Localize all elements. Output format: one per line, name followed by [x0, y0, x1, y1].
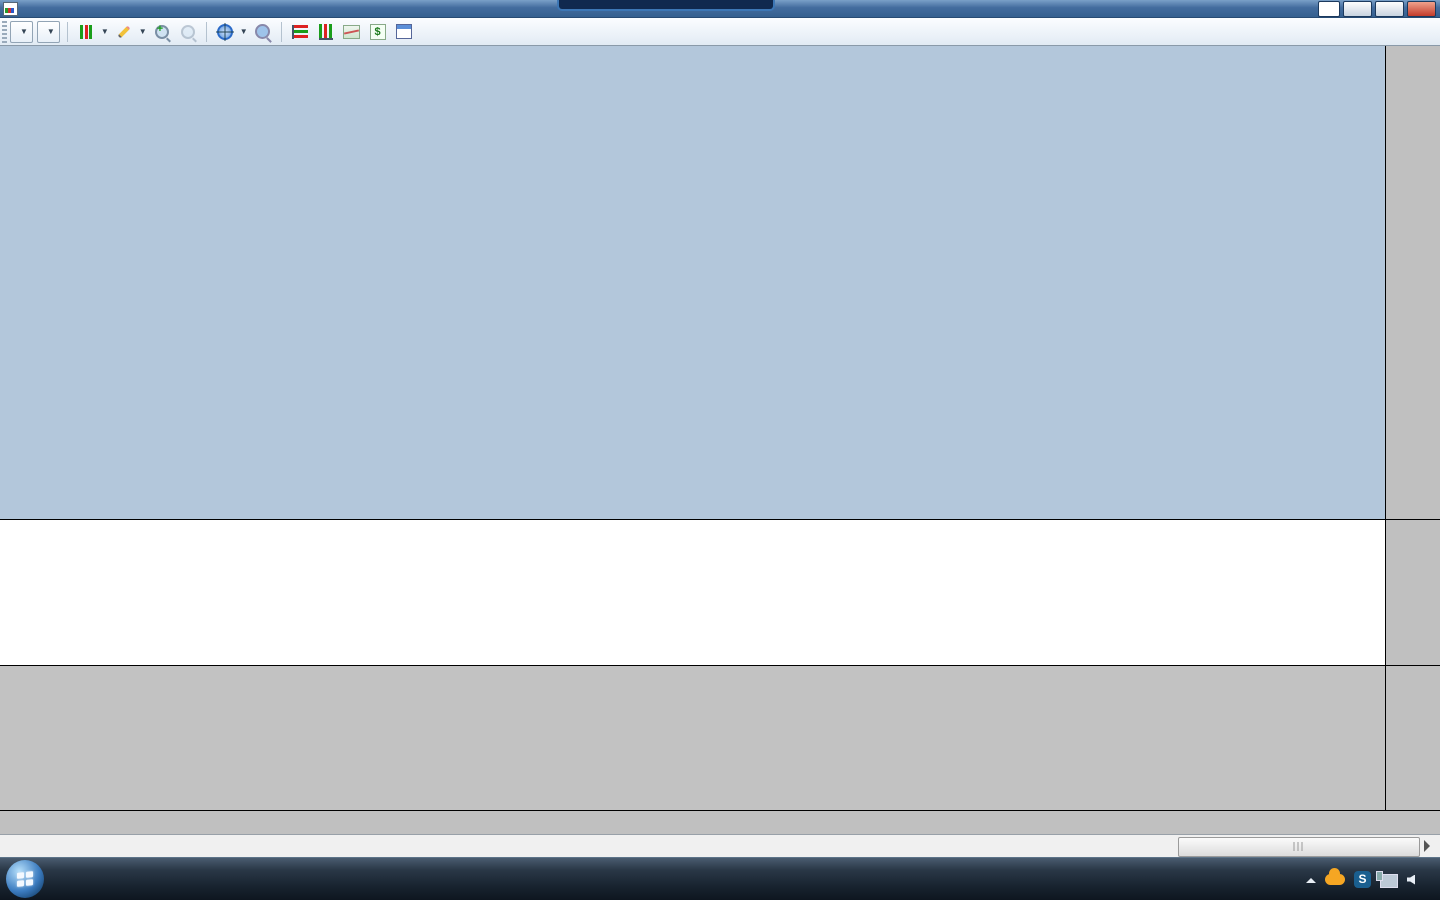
- zoom-in-icon: [155, 25, 169, 39]
- mini-chart-icon: [343, 25, 360, 39]
- scroll-right-arrow[interactable]: [1424, 840, 1436, 852]
- chevron-down-icon: ▼: [20, 27, 28, 36]
- restore-button[interactable]: [1375, 1, 1404, 17]
- properties-button[interactable]: [393, 21, 415, 43]
- windows-taskbar: S: [0, 857, 1440, 900]
- time-axis[interactable]: [0, 810, 1440, 834]
- instrument-selector[interactable]: ▼: [10, 21, 33, 43]
- crosshair-button[interactable]: [214, 21, 236, 43]
- market-depth-icon: [292, 25, 308, 39]
- chart-toolbar: ▼ ▼ ▼ ▼ ▼ $: [0, 18, 1440, 46]
- lock-button[interactable]: [1318, 1, 1340, 17]
- minimize-button[interactable]: [1343, 1, 1372, 17]
- data-box-button[interactable]: [252, 21, 274, 43]
- chart-window-icon: [3, 2, 18, 16]
- crosshair-icon: [217, 24, 233, 40]
- chart-style-button[interactable]: [75, 21, 97, 43]
- interval-selector[interactable]: ▼: [37, 21, 60, 43]
- close-button[interactable]: [1407, 1, 1436, 17]
- skype-tray-icon[interactable]: S: [1354, 871, 1371, 888]
- kptrend2-canvas: [0, 666, 1385, 810]
- horizontal-bars-button[interactable]: [289, 21, 311, 43]
- system-tray: S: [1297, 858, 1440, 900]
- horizontal-scrollbar[interactable]: [0, 834, 1440, 857]
- chevron-down-icon[interactable]: ▼: [101, 27, 109, 36]
- candlestick-icon: [79, 25, 93, 39]
- price-chart-panel[interactable]: [0, 46, 1385, 519]
- price-chart-canvas[interactable]: [0, 46, 1385, 519]
- zoom-in-button[interactable]: [151, 21, 173, 43]
- drawing-tools-button[interactable]: [113, 21, 135, 43]
- zoom-out-button[interactable]: [177, 21, 199, 43]
- toolbar-separator: [206, 22, 207, 42]
- properties-icon: [396, 24, 412, 39]
- axis-divider: [1386, 519, 1440, 520]
- chevron-down-icon: ▼: [47, 27, 55, 36]
- kptrend2-panel[interactable]: [0, 665, 1385, 810]
- axis-divider: [1386, 665, 1440, 666]
- show-hidden-icons-arrow[interactable]: [1306, 873, 1316, 883]
- mini-chart-button[interactable]: [341, 21, 363, 43]
- zoom-out-icon: [181, 25, 195, 39]
- volume-bars-icon: [319, 24, 333, 40]
- windows-logo-icon: [17, 871, 33, 887]
- price-axis[interactable]: [1385, 46, 1440, 810]
- volume-tray-icon[interactable]: [1407, 875, 1415, 885]
- kpmrange-canvas: [0, 520, 1385, 665]
- kpmrange-panel[interactable]: [0, 519, 1385, 665]
- dollar-icon: $: [370, 24, 386, 40]
- account-button[interactable]: $: [367, 21, 389, 43]
- chevron-down-icon[interactable]: ▼: [240, 27, 248, 36]
- vertical-bars-button[interactable]: [315, 21, 337, 43]
- chevron-down-icon[interactable]: ▼: [139, 27, 147, 36]
- ninjatrader-window: ▼ ▼ ▼ ▼ ▼ $: [0, 0, 1440, 900]
- background-window-tab: [557, 0, 775, 11]
- cloud-tray-icon[interactable]: [1325, 874, 1345, 885]
- toolbar-separator: [67, 22, 68, 42]
- magnifier-icon: [255, 24, 270, 39]
- watermark: [950, 144, 1340, 146]
- start-button[interactable]: [6, 860, 44, 898]
- network-tray-icon[interactable]: [1380, 874, 1398, 888]
- scrollbar-thumb[interactable]: [1178, 837, 1420, 857]
- pencil-icon: [117, 25, 130, 38]
- toolbar-grip[interactable]: [2, 21, 7, 43]
- toolbar-separator: [281, 22, 282, 42]
